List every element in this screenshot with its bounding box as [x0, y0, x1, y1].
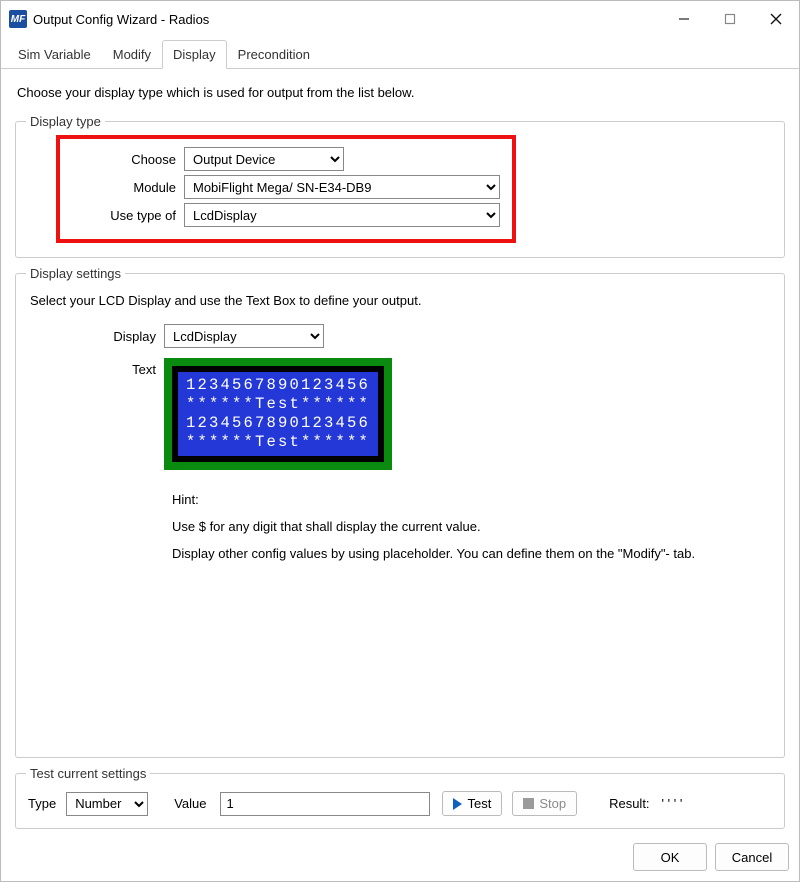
play-icon	[453, 798, 462, 810]
app-icon: MF	[9, 10, 27, 28]
display-label: Display	[26, 329, 164, 344]
tab-precondition[interactable]: Precondition	[227, 40, 321, 69]
module-label: Module	[66, 180, 184, 195]
test-button[interactable]: Test	[442, 791, 502, 816]
hint-title: Hint:	[172, 492, 774, 507]
result-value: ' ' ' '	[662, 796, 683, 811]
intro-text: Choose your display type which is used f…	[17, 85, 787, 100]
module-select[interactable]: MobiFlight Mega/ SN-E34-DB9	[184, 175, 500, 199]
tab-modify[interactable]: Modify	[102, 40, 162, 69]
tab-display[interactable]: Display	[162, 40, 227, 69]
display-settings-group: Display settings Select your LCD Display…	[15, 266, 785, 758]
use-type-select[interactable]: LcdDisplay	[184, 203, 500, 227]
lcd-screen: 1234567890123456 ******Test****** 123456…	[178, 372, 378, 456]
test-type-label: Type	[28, 796, 56, 811]
hint-line-2: Display other config values by using pla…	[172, 546, 774, 561]
maximize-button[interactable]	[707, 1, 753, 37]
test-button-label: Test	[467, 796, 491, 811]
test-type-select[interactable]: Number	[66, 792, 148, 816]
tab-bar: Sim Variable Modify Display Precondition	[1, 39, 799, 69]
dialog-footer: OK Cancel	[1, 835, 799, 881]
stop-button-label: Stop	[539, 796, 566, 811]
text-label: Text	[26, 358, 164, 377]
close-button[interactable]	[753, 1, 799, 37]
window-controls	[661, 1, 799, 37]
display-type-group: Display type Choose Output Device Module…	[15, 114, 785, 258]
cancel-button[interactable]: Cancel	[715, 843, 789, 871]
window-title: Output Config Wizard - Radios	[33, 12, 661, 27]
stop-icon	[523, 798, 534, 809]
lcd-preview[interactable]: 1234567890123456 ******Test****** 123456…	[164, 358, 392, 470]
display-settings-desc: Select your LCD Display and use the Text…	[30, 293, 774, 308]
hint-line-1: Use $ for any digit that shall display t…	[172, 519, 774, 534]
use-type-label: Use type of	[66, 208, 184, 223]
test-value-input[interactable]	[220, 792, 430, 816]
test-settings-group: Test current settings Type Number Value …	[15, 766, 785, 829]
display-settings-legend: Display settings	[26, 266, 125, 281]
tab-sim-variable[interactable]: Sim Variable	[7, 40, 102, 69]
titlebar: MF Output Config Wizard - Radios	[1, 1, 799, 37]
choose-label: Choose	[66, 152, 184, 167]
minimize-button[interactable]	[661, 1, 707, 37]
display-type-legend: Display type	[26, 114, 105, 129]
display-select[interactable]: LcdDisplay	[164, 324, 324, 348]
highlight-box: Choose Output Device Module MobiFlight M…	[56, 135, 516, 243]
window-root: MF Output Config Wizard - Radios Sim Var…	[0, 0, 800, 882]
choose-select[interactable]: Output Device	[184, 147, 344, 171]
hint-block: Hint: Use $ for any digit that shall dis…	[172, 492, 774, 573]
content-area: Choose your display type which is used f…	[1, 69, 799, 835]
result-label: Result:	[609, 796, 649, 811]
stop-button[interactable]: Stop	[512, 791, 577, 816]
test-settings-legend: Test current settings	[26, 766, 150, 781]
test-value-label: Value	[174, 796, 206, 811]
ok-button[interactable]: OK	[633, 843, 707, 871]
